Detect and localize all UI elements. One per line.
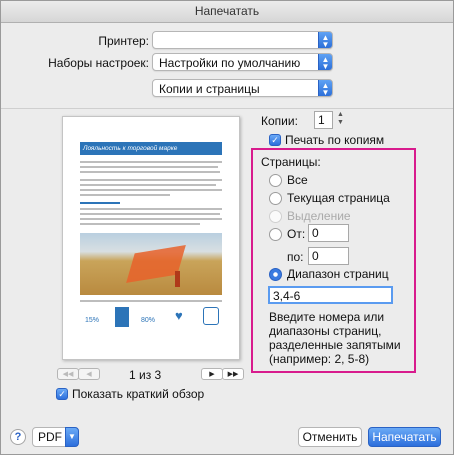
presets-select[interactable]: Настройки по умолчанию ▲ ▼ — [152, 53, 333, 71]
badge-icon — [203, 307, 219, 325]
chevron-updown-icon: ▲ ▼ — [318, 32, 332, 48]
stat-value: 15% — [85, 317, 100, 324]
first-page-button[interactable]: ◀◀ — [57, 368, 79, 380]
print-dialog: Напечатать Принтер: ▲ ▼ Наборы настроек: … — [0, 0, 454, 455]
collate-checkbox[interactable]: ✓ — [269, 134, 281, 146]
section-select[interactable]: Копии и страницы ▲ ▼ — [152, 79, 333, 97]
text-line — [80, 223, 200, 225]
printer-label: Принтер: — [98, 34, 149, 48]
window-title: Напечатать — [1, 1, 453, 23]
collate-label: Печать по копиям — [285, 133, 385, 147]
text-line — [80, 184, 216, 186]
next-page-button[interactable]: ▶ — [201, 368, 223, 380]
pages-to-label: по: — [287, 250, 304, 264]
pages-selection-radio[interactable] — [269, 210, 282, 223]
text-line — [80, 213, 220, 215]
pages-range-label: Диапазон страниц — [287, 267, 389, 281]
text-line — [80, 179, 222, 181]
preview-photo — [80, 233, 222, 295]
pages-all-radio[interactable] — [269, 174, 282, 187]
person-shape — [175, 271, 180, 287]
pages-from-input[interactable]: 0 — [308, 224, 349, 242]
page-preview: Лояльность к торговой марке 15% 80% ♥ — [62, 116, 240, 360]
text-line — [80, 161, 222, 163]
pages-all-label: Все — [287, 173, 308, 187]
pages-range-hint: Введите номера или диапазоны страниц, ра… — [269, 310, 401, 366]
cancel-button[interactable]: Отменить — [298, 427, 362, 447]
presets-value: Настройки по умолчанию — [159, 56, 301, 70]
copies-stepper[interactable]: ▲ ▼ — [336, 111, 345, 129]
pages-label: Страницы: — [261, 155, 321, 169]
pdf-label: PDF — [38, 430, 62, 444]
text-line — [80, 300, 222, 302]
text-line — [80, 166, 218, 168]
chevron-updown-icon: ▲ ▼ — [318, 54, 332, 70]
preview-doc-title: Лояльность к торговой марке — [80, 142, 222, 155]
pages-from-radio[interactable] — [269, 228, 282, 241]
text-line — [80, 194, 170, 196]
pages-range-radio[interactable] — [269, 268, 282, 281]
pages-selection-label: Выделение — [287, 209, 351, 223]
text-line — [80, 208, 222, 210]
subheading-line — [80, 202, 120, 204]
help-button[interactable]: ? — [10, 429, 26, 445]
printer-select[interactable]: ▲ ▼ — [152, 31, 333, 49]
pdf-menu-button[interactable]: PDF ▼ — [32, 427, 79, 447]
pages-current-radio[interactable] — [269, 192, 282, 205]
pages-from-label: От: — [287, 227, 306, 241]
show-preview-label: Показать краткий обзор — [72, 387, 205, 401]
figure-icon — [115, 307, 129, 327]
stat-value: 80% — [141, 317, 156, 324]
copies-label: Копии: — [261, 114, 298, 128]
show-preview-checkbox[interactable]: ✓ — [56, 388, 68, 400]
pages-range-input[interactable]: 3,4-6 — [268, 286, 393, 304]
stat-box: 15% — [85, 309, 115, 329]
pages-to-input[interactable]: 0 — [308, 247, 349, 265]
text-line — [80, 189, 222, 191]
chevron-down-icon: ▼ — [65, 427, 79, 447]
print-button[interactable]: Напечатать — [368, 427, 441, 447]
heart-icon: ♥ — [175, 308, 183, 323]
presets-label: Наборы настроек: — [48, 56, 149, 70]
copies-input[interactable]: 1 — [314, 111, 333, 129]
page-indicator: 1 из 3 — [129, 368, 162, 382]
stat-box: 80% — [141, 309, 171, 329]
chevron-updown-icon: ▲ ▼ — [318, 80, 332, 96]
last-page-button[interactable]: ▶▶ — [222, 368, 244, 380]
text-line — [80, 218, 222, 220]
divider — [1, 108, 453, 109]
section-value: Копии и страницы — [159, 82, 260, 96]
pages-current-label: Текущая страница — [287, 191, 390, 205]
prev-page-button[interactable]: ◀ — [78, 368, 100, 380]
text-line — [80, 171, 220, 173]
